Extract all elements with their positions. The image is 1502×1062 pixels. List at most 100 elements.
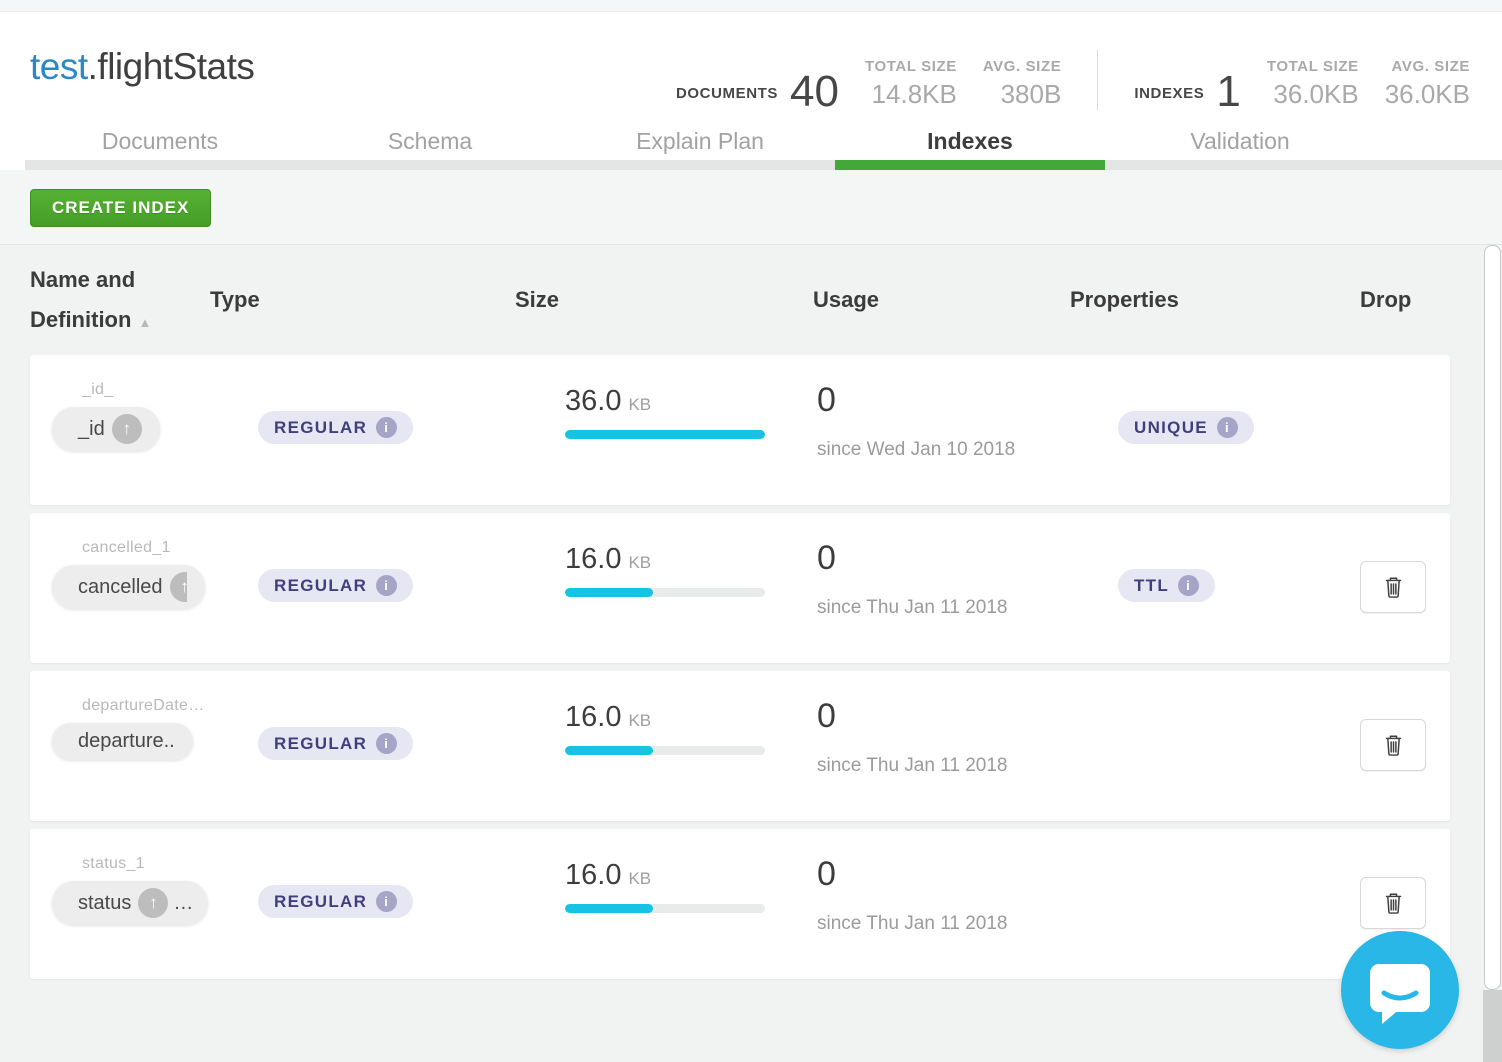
index-name: status_1 xyxy=(82,855,210,873)
column-header-usage: Usage xyxy=(813,287,1070,313)
index-properties-cell: UNIQUE i xyxy=(1070,355,1360,505)
info-icon: i xyxy=(1217,417,1238,438)
usage-count: 0 xyxy=(817,857,1070,891)
sort-ascending-icon: ▲ xyxy=(138,315,151,330)
index-type-label: REGULAR xyxy=(274,892,367,912)
index-name: _id_ xyxy=(82,381,210,399)
index-size-value: 16.0 xyxy=(565,545,621,574)
indexes-total-size-value: 36.0KB xyxy=(1273,79,1358,110)
documents-total-size-stat: TOTAL SIZE 14.8KB xyxy=(865,58,957,110)
window-top-edge xyxy=(0,0,1502,12)
indexes-avg-size-label: AVG. SIZE xyxy=(1392,58,1470,75)
chat-launcher-button[interactable] xyxy=(1341,931,1459,1049)
info-icon: i xyxy=(376,891,397,912)
usage-count: 0 xyxy=(817,541,1070,575)
index-definition-pill: status ↑ … xyxy=(52,881,208,925)
index-field: status xyxy=(78,892,131,915)
info-icon: i xyxy=(376,417,397,438)
index-size-cell: 16.0 KB xyxy=(515,671,813,821)
info-icon: i xyxy=(376,733,397,754)
usage-since: since Wed Jan 10 2018 xyxy=(817,439,1070,461)
drop-index-button[interactable] xyxy=(1360,877,1426,929)
usage-since: since Thu Jan 11 2018 xyxy=(817,597,1070,619)
column-header-size: Size xyxy=(515,287,813,313)
column-header-name-definition[interactable]: Name and Definition▲ xyxy=(30,260,210,340)
documents-stat-label: DOCUMENTS xyxy=(676,85,778,110)
index-size-cell: 36.0 KB xyxy=(515,355,813,505)
indexes-toolbar: CREATE INDEX xyxy=(0,170,1502,245)
scrollbar-thumb[interactable] xyxy=(1484,245,1501,990)
usage-count: 0 xyxy=(817,383,1070,417)
truncation-ellipsis: … xyxy=(173,892,195,915)
size-bar xyxy=(565,430,765,439)
index-type-cell: REGULAR i xyxy=(210,355,515,505)
vertical-scrollbar xyxy=(1483,245,1502,1062)
usage-count: 0 xyxy=(817,699,1070,733)
index-row-departure-date: departureDate… departure.. REGULAR i 16.… xyxy=(30,671,1450,821)
index-size-unit: KB xyxy=(628,870,651,887)
indexes-table: Name and Definition▲ Type Size Usage Pro… xyxy=(0,245,1502,1062)
index-name: departureDate… xyxy=(82,697,210,715)
index-size-unit: KB xyxy=(628,396,651,413)
collection-name: flightStats xyxy=(97,46,254,87)
drop-index-button[interactable] xyxy=(1360,719,1426,771)
indexes-avg-size-stat: AVG. SIZE 36.0KB xyxy=(1385,58,1470,110)
index-name: cancelled_1 xyxy=(82,539,210,557)
index-definition-pill: _id ↑ xyxy=(52,407,160,451)
ascending-arrow-icon: ↑ xyxy=(112,414,142,444)
column-header-drop: Drop xyxy=(1360,287,1450,313)
create-index-button[interactable]: CREATE INDEX xyxy=(30,189,211,227)
documents-stat-value: 40 xyxy=(790,73,839,110)
index-property-badge[interactable]: UNIQUE i xyxy=(1118,411,1254,444)
indexes-stat-label: INDEXES xyxy=(1134,85,1204,110)
index-properties-cell: TTL i xyxy=(1070,513,1360,663)
index-usage-cell: 0 since Thu Jan 11 2018 xyxy=(813,671,1070,821)
trash-icon xyxy=(1383,575,1404,599)
index-property-label: UNIQUE xyxy=(1134,418,1208,438)
size-bar-fill xyxy=(565,588,653,597)
index-type-badge[interactable]: REGULAR i xyxy=(258,727,413,760)
index-size-unit: KB xyxy=(628,712,651,729)
index-drop-cell xyxy=(1360,513,1450,663)
size-bar-fill xyxy=(565,746,653,755)
column-header-name-line1: Name and xyxy=(30,267,135,292)
collection-title: test.flightStats xyxy=(30,46,254,88)
index-size-cell: 16.0 KB xyxy=(515,513,813,663)
index-type-cell: REGULAR i xyxy=(210,829,515,979)
index-type-label: REGULAR xyxy=(274,576,367,596)
trash-icon xyxy=(1383,733,1404,757)
index-row-status-1: status_1 status ↑ … REGULAR i 16.0 KB xyxy=(30,829,1450,979)
index-type-badge[interactable]: REGULAR i xyxy=(258,411,413,444)
indexes-avg-size-value: 36.0KB xyxy=(1385,79,1470,110)
index-type-badge[interactable]: REGULAR i xyxy=(258,885,413,918)
indexes-stat-value: 1 xyxy=(1216,73,1240,110)
clipped-icon-wrapper: ↑ xyxy=(170,572,187,602)
index-type-cell: REGULAR i xyxy=(210,671,515,821)
trash-icon xyxy=(1383,891,1404,915)
index-drop-cell xyxy=(1360,355,1450,505)
index-usage-cell: 0 since Thu Jan 11 2018 xyxy=(813,513,1070,663)
index-row-cancelled-1: cancelled_1 cancelled ↑ REGULAR i 16.0 K… xyxy=(30,513,1450,663)
index-type-badge[interactable]: REGULAR i xyxy=(258,569,413,602)
info-icon: i xyxy=(376,575,397,596)
index-row-id: _id_ _id ↑ REGULAR i 36.0 KB xyxy=(30,355,1450,505)
ascending-arrow-icon: ↑ xyxy=(138,888,168,918)
drop-index-button[interactable] xyxy=(1360,561,1426,613)
indexes-total-size-stat: TOTAL SIZE 36.0KB xyxy=(1267,58,1359,110)
database-name: test xyxy=(30,46,88,87)
size-bar xyxy=(565,904,765,913)
column-header-properties: Properties xyxy=(1070,287,1360,313)
index-field: cancelled xyxy=(78,576,163,599)
index-name-cell: status_1 status ↑ … xyxy=(30,829,210,979)
index-property-badge[interactable]: TTL i xyxy=(1118,569,1215,602)
index-field: _id xyxy=(78,418,105,441)
index-definition-pill: departure.. xyxy=(52,723,193,760)
index-name-cell: cancelled_1 cancelled ↑ xyxy=(30,513,210,663)
index-usage-cell: 0 since Thu Jan 11 2018 xyxy=(813,829,1070,979)
collection-header: test.flightStats DOCUMENTS 40 TOTAL SIZE… xyxy=(0,12,1502,170)
index-type-label: REGULAR xyxy=(274,418,367,438)
scrollbar-track[interactable] xyxy=(1483,990,1502,1062)
index-properties-cell xyxy=(1070,671,1360,821)
index-type-label: REGULAR xyxy=(274,734,367,754)
documents-avg-size-label: AVG. SIZE xyxy=(983,58,1061,75)
